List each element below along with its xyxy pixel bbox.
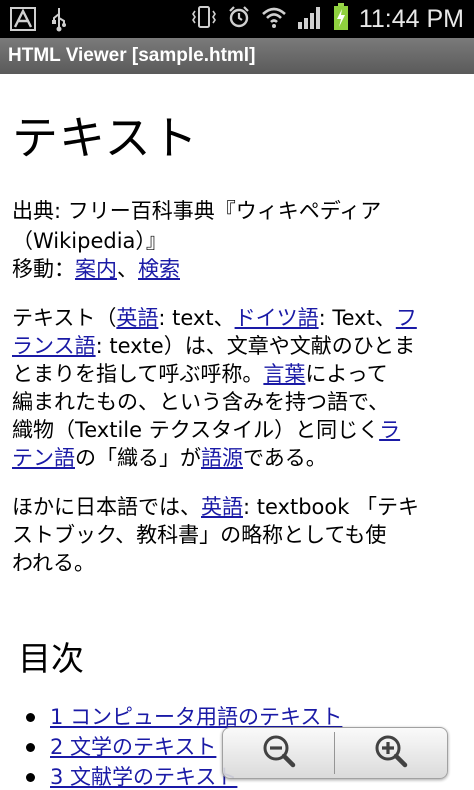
- status-time: 11:44 PM: [358, 4, 464, 33]
- p1-text: テキスト（: [12, 306, 117, 330]
- latin-link[interactable]: テン語: [12, 446, 75, 470]
- alarm-icon: [227, 5, 251, 33]
- english-link[interactable]: 英語: [201, 495, 243, 519]
- battery-charging-icon: [333, 3, 349, 35]
- p1-text: によって: [305, 362, 388, 386]
- toc-title: 目次: [18, 639, 84, 678]
- status-bar-right: 11:44 PM: [191, 0, 464, 38]
- search-link[interactable]: 検索: [138, 257, 180, 281]
- web-content[interactable]: テキスト 出典: フリー百科事典『ウィキペディア （Wikipedia）』 移動…: [0, 74, 474, 790]
- p1-text: である。: [243, 446, 327, 470]
- bullet-icon: [26, 713, 35, 722]
- toc-link-computer[interactable]: 1 コンピュータ用語のテキスト: [50, 705, 342, 729]
- p1-text: : texte）は、文章や文献のひとま: [95, 334, 416, 358]
- p1-line-5: 織物（Textile テクスタイル）と同じくラ: [12, 415, 400, 445]
- p1-line-4: 編まれたもの、という含みを持つ語で、: [12, 390, 390, 414]
- notification-a-icon: [10, 7, 36, 35]
- p2-text: ほかに日本語では、: [12, 495, 201, 519]
- bullet-icon: [26, 743, 35, 752]
- p2-line-1: ほかに日本語では、英語: textbook 「テキ: [12, 492, 419, 522]
- french-link[interactable]: ランス語: [12, 334, 96, 358]
- p1-line-2: ランス語: texte）は、文章や文献のひとま: [12, 331, 415, 361]
- english-link[interactable]: 英語: [116, 306, 158, 330]
- etymology-link[interactable]: 語源: [201, 446, 243, 470]
- german-link[interactable]: ドイツ語: [235, 306, 319, 330]
- toc-link-literature[interactable]: 2 文学のテキスト: [50, 735, 216, 759]
- source-line-1: 出典: フリー百科事典『ウィキペディア: [12, 199, 382, 223]
- zoom-out-button[interactable]: [223, 728, 334, 778]
- signal-icon: [297, 4, 323, 34]
- latin-link[interactable]: ラ: [379, 418, 400, 442]
- source-line-2: （Wikipedia）』: [12, 229, 167, 253]
- p1-text: : text、: [158, 306, 235, 330]
- p1-text: とまりを指して呼ぶ呼称。: [12, 362, 264, 386]
- zoom-in-button[interactable]: [335, 728, 446, 778]
- zoom-controls: [222, 727, 448, 779]
- p2-text: : textbook 「テキ: [243, 495, 420, 519]
- page-title: テキスト: [12, 111, 199, 165]
- guide-link[interactable]: 案内: [75, 257, 117, 281]
- bullet-icon: [26, 773, 35, 782]
- p1-line-3: とまりを指して呼ぶ呼称。言葉によって: [12, 359, 388, 389]
- status-bar-left: [10, 6, 68, 36]
- french-link[interactable]: フ: [396, 306, 417, 330]
- p1-text: : Text、: [318, 306, 396, 330]
- nav-prefix: 移動：: [12, 257, 75, 281]
- vibrate-icon: [191, 5, 217, 33]
- zoom-in-icon: [374, 734, 408, 772]
- wifi-icon: [261, 5, 287, 33]
- p1-line-6: テン語の「織る」が語源である。: [12, 443, 327, 473]
- p2-line-3: われる。: [12, 551, 95, 575]
- p1-text: 織物（Textile テクスタイル）と同じく: [12, 418, 380, 442]
- usb-icon: [50, 6, 68, 36]
- nav-separator: 、: [117, 257, 138, 281]
- toc-link-philology[interactable]: 3 文献学のテキスト: [50, 765, 237, 789]
- app-title-bar: HTML Viewer [sample.html]: [0, 38, 474, 74]
- p1-text: の「織る」が: [75, 446, 201, 470]
- kotoba-link[interactable]: 言葉: [263, 362, 305, 386]
- nav-line: 移動：案内、検索: [12, 254, 180, 284]
- zoom-out-icon: [262, 734, 296, 772]
- p1-line-1: テキスト（英語: text、ドイツ語: Text、フ: [12, 303, 417, 333]
- status-bar: 11:44 PM: [0, 0, 474, 38]
- p2-line-2: ストブック、教科書」の略称としても使: [12, 523, 387, 547]
